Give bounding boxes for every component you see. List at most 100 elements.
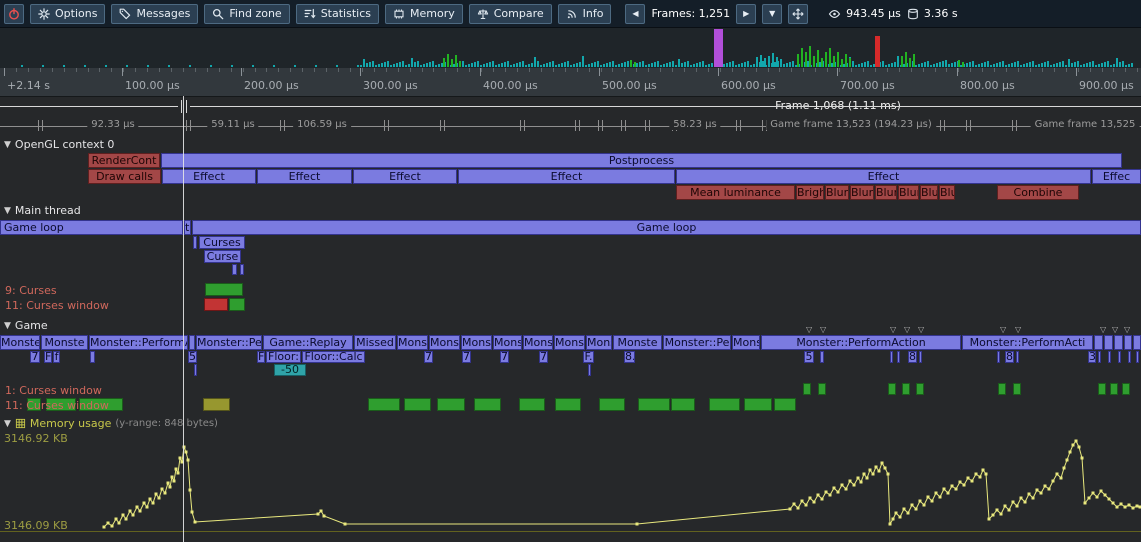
frame-bar[interactable] bbox=[1044, 62, 1046, 67]
zone-bar[interactable]: Blur bbox=[920, 185, 938, 200]
frame-bar[interactable] bbox=[852, 61, 854, 67]
zone-bar[interactable]: Postprocess bbox=[161, 153, 1122, 168]
frame-bar[interactable] bbox=[684, 62, 686, 67]
frame-bar[interactable] bbox=[885, 65, 887, 67]
frame-bar[interactable] bbox=[543, 64, 545, 67]
frame-bar[interactable] bbox=[492, 61, 494, 67]
goto-frame-button[interactable] bbox=[788, 4, 808, 24]
compare-button[interactable]: Compare bbox=[469, 4, 552, 24]
frame-bar[interactable] bbox=[966, 63, 968, 67]
frame-bar[interactable] bbox=[933, 64, 935, 67]
frame-bar[interactable] bbox=[405, 65, 407, 67]
frame-bar[interactable] bbox=[651, 63, 653, 67]
frame-bar[interactable] bbox=[438, 64, 440, 67]
frame-bar[interactable] bbox=[501, 63, 503, 67]
frame-bar[interactable] bbox=[915, 65, 917, 67]
frame-bar[interactable] bbox=[576, 63, 578, 67]
frame-bar[interactable] bbox=[981, 63, 983, 67]
frame-bar[interactable] bbox=[594, 62, 596, 67]
frame-bar[interactable] bbox=[657, 61, 659, 67]
frame-bar[interactable] bbox=[666, 63, 668, 67]
frame-bar[interactable] bbox=[531, 63, 533, 67]
zone-bar[interactable] bbox=[1122, 383, 1130, 395]
zone-bar[interactable]: 8. bbox=[624, 351, 635, 363]
frame-bar[interactable] bbox=[894, 62, 896, 67]
zone-bar[interactable]: Monste bbox=[554, 335, 585, 350]
zone-bar[interactable]: Monste bbox=[613, 335, 662, 350]
frame-bar[interactable] bbox=[636, 63, 638, 67]
zone-bar[interactable]: Combine bbox=[997, 185, 1079, 200]
frame-bar[interactable] bbox=[462, 61, 464, 67]
frame-bar[interactable] bbox=[913, 54, 915, 67]
frame-bar[interactable] bbox=[591, 63, 593, 67]
frame-span-label[interactable]: Game frame 13,525 bbox=[1031, 119, 1140, 130]
frame-bar[interactable] bbox=[426, 63, 428, 67]
zone-bar[interactable] bbox=[774, 398, 796, 411]
frame-bar[interactable] bbox=[958, 60, 960, 67]
frame-bar[interactable] bbox=[927, 61, 929, 67]
zone-bar[interactable] bbox=[997, 351, 1000, 363]
frame-bar[interactable] bbox=[387, 61, 389, 67]
frame-span-label[interactable]: 92.33 μs bbox=[87, 119, 138, 130]
frame-bar[interactable] bbox=[585, 65, 587, 67]
frame-bar[interactable] bbox=[624, 62, 626, 67]
frame-bar[interactable] bbox=[809, 46, 811, 67]
zone-bar[interactable]: Monst bbox=[523, 335, 553, 350]
frame-bar[interactable] bbox=[1107, 61, 1109, 67]
frame-bar[interactable] bbox=[948, 64, 950, 67]
frame-bar[interactable] bbox=[252, 65, 254, 67]
zone-bar[interactable] bbox=[1108, 351, 1111, 363]
frame-bar[interactable] bbox=[519, 62, 521, 67]
frame-bar[interactable] bbox=[189, 65, 191, 67]
frame-bar[interactable] bbox=[582, 56, 584, 67]
frame-bar[interactable] bbox=[570, 65, 572, 67]
zone-bar[interactable] bbox=[474, 398, 501, 411]
zone-bar[interactable]: Monst bbox=[493, 335, 522, 350]
frame-bar[interactable] bbox=[738, 64, 740, 67]
frame-bar[interactable] bbox=[768, 56, 770, 67]
zone-bar[interactable] bbox=[818, 383, 826, 395]
zone-bar[interactable]: Game loop bbox=[0, 220, 183, 235]
zone-marker-icon[interactable]: ▽ bbox=[890, 326, 896, 334]
frame-bar[interactable] bbox=[1041, 63, 1043, 67]
frame-bar[interactable] bbox=[708, 64, 710, 67]
frame-bar[interactable] bbox=[1035, 65, 1037, 67]
frame-bar[interactable] bbox=[696, 63, 698, 67]
zone-bar[interactable] bbox=[671, 398, 695, 411]
zone-bar[interactable]: 7 bbox=[539, 351, 548, 363]
zone-bar[interactable] bbox=[193, 236, 197, 249]
zone-bar[interactable] bbox=[744, 398, 772, 411]
zone-marker-icon[interactable]: ▽ bbox=[904, 326, 910, 334]
frame-bar[interactable] bbox=[597, 61, 599, 67]
frame-bar[interactable] bbox=[1101, 63, 1103, 67]
zone-marker-icon[interactable]: ▽ bbox=[806, 326, 812, 334]
frame-bar[interactable] bbox=[801, 48, 803, 67]
frame-bar[interactable] bbox=[901, 56, 903, 67]
frame-bar[interactable] bbox=[1005, 65, 1007, 67]
zone-bar[interactable] bbox=[890, 351, 893, 363]
zone-marker-icon[interactable]: ▽ bbox=[1112, 326, 1118, 334]
zone-bar[interactable]: ti bbox=[184, 220, 191, 235]
zone-bar[interactable] bbox=[1118, 351, 1121, 363]
frame-bar[interactable] bbox=[126, 65, 128, 67]
frame-bar[interactable] bbox=[780, 59, 782, 67]
frame-bar[interactable] bbox=[693, 64, 695, 67]
frame-bar[interactable] bbox=[384, 62, 386, 67]
frame-bar[interactable] bbox=[634, 62, 636, 67]
frame-bar[interactable] bbox=[471, 63, 473, 67]
frame-bar[interactable] bbox=[579, 62, 581, 67]
zone-bar[interactable]: Missed bbox=[354, 335, 396, 350]
frame-bar[interactable] bbox=[366, 63, 368, 67]
frame-set-dropdown-button[interactable]: ▼ bbox=[762, 4, 782, 24]
frame-bar[interactable] bbox=[772, 53, 774, 67]
frame-bar[interactable] bbox=[1029, 62, 1031, 67]
frame-bar[interactable] bbox=[369, 62, 371, 67]
frame-bar[interactable] bbox=[372, 61, 374, 67]
frame-bar[interactable] bbox=[897, 56, 899, 67]
frame-bar[interactable] bbox=[792, 61, 794, 67]
frame-bar[interactable] bbox=[945, 60, 947, 67]
frame-bar[interactable] bbox=[1002, 61, 1004, 67]
zone-marker-icon[interactable]: ▽ bbox=[1015, 326, 1021, 334]
zone-bar[interactable] bbox=[404, 398, 431, 411]
zone-bar[interactable] bbox=[232, 264, 237, 275]
